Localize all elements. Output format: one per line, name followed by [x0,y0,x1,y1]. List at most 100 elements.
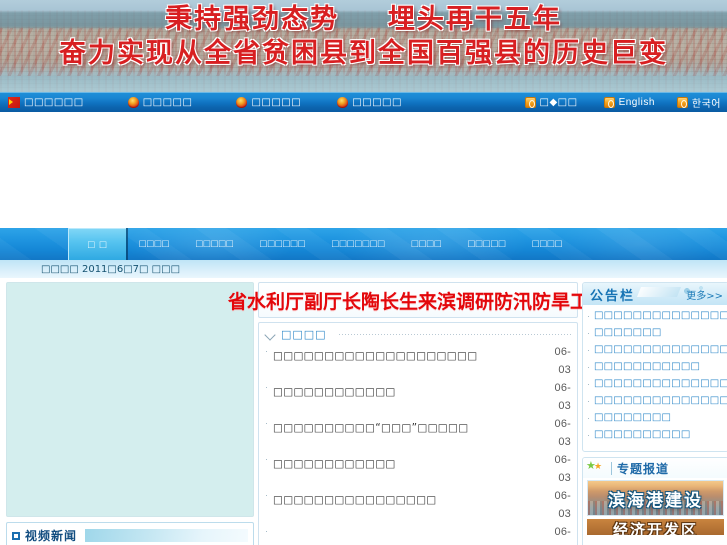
special-report-banner-zone[interactable]: 经济开发区 [587,519,724,535]
topnav-label-cppcc: □□□□□ [352,97,402,108]
list-bullet-icon: · [265,382,268,392]
globe-icon [524,97,536,108]
list-bullet-icon: · [265,454,268,464]
news-list-item[interactable]: · □□□□□□□□□□□□ 06- 03 [265,379,571,415]
page-content-area: 视频新闻 省水利厅副厅长陶长生来滨调研防汛防旱工作 □□□□ · □□□□□□□… [0,278,727,545]
top-headline-box[interactable]: 省水利厅副厅长陶长生来滨调研防汛防旱工作 [228,282,608,318]
video-header-decoration [85,529,248,542]
party-emblem-icon [8,97,20,108]
main-menu-item-6[interactable]: □□□□ [399,228,456,260]
notice-list-item[interactable]: · □□□□□□□□ [587,410,724,425]
list-bullet-icon: · [587,430,590,440]
main-menu-bar[interactable]: □ □ □□□□ □□□□□ □□□□□□ □□□□□□□ □□□□ □□□□□… [0,228,727,260]
arrow-down-left-icon [265,330,275,340]
news-list-category-label: □□□□ [281,328,327,341]
topnav-item-congress[interactable]: □□□□□ [84,97,193,108]
topnav-language-group: □◆□□ English 한국어 [524,95,727,110]
news-item-title[interactable]: □□□□□□□□□□□□□□□□ [273,487,545,507]
list-bullet-icon: · [587,328,590,338]
main-menu-item-8[interactable]: □□□□ [519,228,576,260]
top-headline-text[interactable]: 省水利厅副厅长陶长生来滨调研防汛防旱工作 [228,287,608,314]
notice-list-item[interactable]: · □□□□□□□□□□□ [587,359,724,374]
notice-item-text[interactable]: □□□□□□□□□□□□□□ [594,342,727,357]
special-report-banner2-text: 经济开发区 [612,521,698,535]
topnav-lang-japanese[interactable]: □◆□□ [524,97,604,108]
notice-list-item[interactable]: · □□□□□□□□□□□□□□ [587,308,727,323]
video-news-header: 视频新闻 [12,527,248,544]
topnav-item-government[interactable]: □□□□□ [192,97,301,108]
date-bar: □□□□ 2011□6□7□ □□□ [0,260,727,278]
notice-list-item[interactable]: · □□□□□□□□□□ [587,427,724,442]
cppcc-emblem-icon [337,97,349,108]
topnav-lang-english[interactable]: English [603,97,677,108]
main-menu-item-7[interactable]: □□□□□ [455,228,519,260]
news-item-date: 06- 03 [554,346,571,376]
topnav-item-cppcc[interactable]: □□□□□ [301,97,402,108]
list-bullet-icon: · [265,490,268,500]
topnav-lang-label-japanese: □◆□□ [539,97,578,108]
list-bullet-icon: · [587,413,590,423]
news-item-title[interactable]: □□□□□□□□□□“□□□”□□□□□ [273,415,545,435]
topnav-label-congress: □□□□□ [142,97,193,108]
list-bullet-icon: · [587,345,590,355]
main-menu-item-3[interactable]: □□□□□ [183,228,247,260]
special-report-banner-port[interactable]: 滨海港建设 [587,480,724,516]
news-list-item[interactable]: · □□□□□□□□□□“□□□”□□□□□ 06- 03 [265,415,571,451]
notice-board-header: 公告栏 更多>> [583,283,727,305]
notice-item-text[interactable]: □□□□□□□□□□□□□□ [594,376,727,391]
notice-item-text[interactable]: □□□□□□□□□□□ [594,359,700,374]
notice-list-item[interactable]: · □□□□□□□□□□□□□□ [587,376,727,391]
site-header-banner: 秉持强劲态势 埋头再干五年 奋力实现从全省贫困县到全国百强县的历史巨变 [0,0,727,92]
blank-advertisement-region [0,112,727,228]
left-column: 视频新闻 [6,282,254,545]
current-date-text: □□□□ 2011□6□7□ □□□ [41,263,181,275]
right-column: 公告栏 更多>> · □□□□□□□□□□□□□□ · □□□□□□□ · □□… [582,282,727,545]
globe-icon [603,97,615,108]
news-list-item[interactable]: · □□□□□□□□□□□□□□□□□□□□ 06- 03 [265,343,571,379]
topnav-label-party: □□□□□□ [24,97,84,108]
notice-item-text[interactable]: □□□□□□□□ [594,410,671,425]
slogan-part-a: 秉持强劲态势 [165,4,340,35]
notice-item-text[interactable]: □□□□□□□ [594,325,662,340]
news-list-item[interactable]: · □□□□□□□□□□□□ 06- 03 [265,451,571,487]
notice-list-item[interactable]: · □□□□□□□□□□□□□□ [587,342,727,357]
topnav-lang-label-korean: 한국어 [691,99,721,110]
topnav-lang-korean[interactable]: 한국어 [676,95,721,110]
special-report-panel: 专题报道 滨海港建设 经济开发区 [582,457,727,545]
top-navigation-bar[interactable]: □□□□□□ □□□□□ □□□□□ □□□□□ □◆□□ English 한국… [0,92,727,112]
news-item-date: 06- [554,526,571,538]
notice-list-item[interactable]: · □□□□□□□□□□□□□□ [587,393,727,408]
video-bullet-icon [12,531,20,540]
main-menu-item-4[interactable]: □□□□□□ [247,228,319,260]
topnav-left-group: □□□□□□ □□□□□ □□□□□ □□□□□ [0,97,402,108]
news-item-date: 06- 03 [554,490,571,520]
national-emblem-icon [127,97,139,108]
news-list-header: □□□□ [265,326,571,343]
news-list-item[interactable]: · 06- [265,523,571,545]
main-menu-item-5[interactable]: □□□□□□□ [319,228,399,260]
notice-item-text[interactable]: □□□□□□□□□□□□□□ [594,393,727,408]
news-item-title[interactable]: □□□□□□□□□□□□□□□□□□□□ [273,343,545,363]
featured-image-placeholder[interactable] [6,282,254,517]
main-menu-item-home[interactable]: □ □ [68,228,127,260]
news-list-item[interactable]: · □□□□□□□□□□□□□□□□ 06- 03 [265,487,571,523]
topnav-lang-label-english: English [618,97,655,108]
notice-list-item[interactable]: · □□□□□□□ [587,325,724,340]
list-bullet-icon: · [587,311,590,321]
notice-item-text[interactable]: □□□□□□□□□□ [594,427,690,442]
list-bullet-icon: · [265,526,268,536]
middle-column: 省水利厅副厅长陶长生来滨调研防汛防旱工作 □□□□ · □□□□□□□□□□□□… [228,282,608,545]
notice-item-text[interactable]: □□□□□□□□□□□□□□ [594,308,727,323]
news-item-title[interactable] [273,523,545,530]
list-bullet-icon: · [587,362,590,372]
news-item-title[interactable]: □□□□□□□□□□□□ [273,451,545,471]
news-list-panel: □□□□ · □□□□□□□□□□□□□□□□□□□□ 06- 03 · □□□□… [258,322,578,545]
notice-more-link[interactable]: 更多>> [686,287,727,302]
main-menu-item-2[interactable]: □□□□ [126,228,183,260]
notice-board-title: 公告栏 [590,288,636,304]
topnav-item-party[interactable]: □□□□□□ [0,97,84,108]
notice-board-list: · □□□□□□□□□□□□□□ · □□□□□□□ · □□□□□□□□□□□… [583,305,727,442]
list-bullet-icon: · [587,396,590,406]
slogan-part-b: 埋头再干五年 [387,4,562,35]
news-item-title[interactable]: □□□□□□□□□□□□ [273,379,545,399]
